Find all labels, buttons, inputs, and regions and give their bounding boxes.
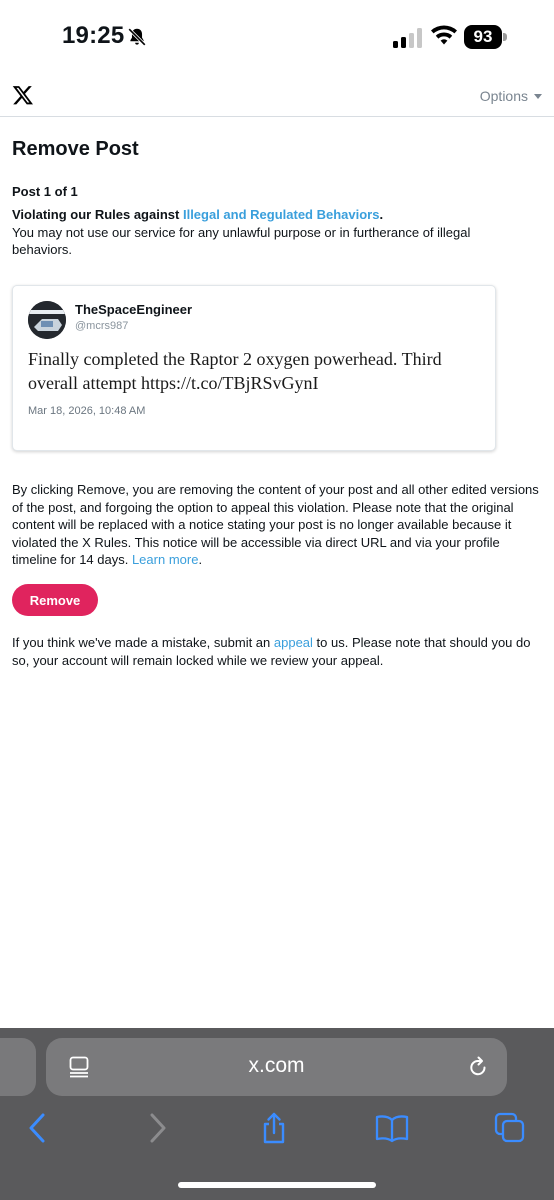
author-name: TheSpaceEngineer [75,302,193,317]
share-icon[interactable] [260,1112,288,1144]
avatar-image-icon [28,301,66,339]
remove-notice-text: By clicking Remove, you are removing the… [12,482,539,567]
x-logo-icon[interactable] [12,84,34,106]
battery-icon: 93 [464,25,508,49]
page-title: Remove Post [12,138,139,160]
browser-chrome: x.com [0,1028,554,1200]
appeal-notice: If you think we've made a mistake, submi… [12,634,542,670]
tweet-timestamp: Mar 18, 2026, 10:48 AM [28,405,146,417]
home-indicator [178,1182,376,1188]
battery-level: 93 [464,25,502,49]
options-label: Options [479,88,528,104]
violation-description: You may not use our service for any unla… [12,225,471,257]
violation-suffix: . [379,207,384,222]
violation-prefix: Violating our Rules against [12,207,183,222]
url-text: x.com [248,1054,305,1077]
browser-toolbar [0,1112,554,1156]
wifi-icon [431,25,457,45]
violation-line: Violating our Rules against Illegal and … [12,206,537,224]
appeal-prefix: If you think we've made a mistake, submi… [12,635,274,650]
remove-button[interactable]: Remove [12,584,98,616]
author-handle: @mcrs987 [75,320,129,332]
main-content: Remove Post Post 1 of 1 Violating our Ru… [12,138,542,668]
battery-cap [503,33,507,41]
forward-icon[interactable] [143,1112,171,1144]
remove-notice-suffix: . [198,552,203,567]
app-header: Options [0,76,554,117]
tabs-icon[interactable] [494,1112,526,1144]
back-icon[interactable] [24,1112,52,1144]
learn-more-link[interactable]: Learn more [132,552,198,567]
cellular-signal-icon [393,28,422,48]
previous-tab-preview[interactable] [0,1038,36,1096]
tweet-text: Finally completed the Raptor 2 oxygen po… [28,349,442,393]
bookmarks-icon[interactable] [375,1112,409,1144]
tweet-card: TheSpaceEngineer @mcrs987 Finally comple… [12,285,496,451]
chevron-down-icon [534,93,542,99]
status-time: 19:25 [62,22,125,49]
rule-link[interactable]: Illegal and Regulated Behaviors [183,207,380,222]
post-count: Post 1 of 1 [12,184,78,199]
remove-notice: By clicking Remove, you are removing the… [12,481,542,569]
bell-slash-icon [128,28,146,46]
options-menu[interactable]: Options [480,88,542,104]
status-bar: 19:25 93 [0,0,554,76]
reload-icon[interactable] [467,1055,489,1079]
avatar [28,301,66,339]
appeal-link[interactable]: appeal [274,635,313,650]
url-bar[interactable]: x.com [46,1038,507,1096]
